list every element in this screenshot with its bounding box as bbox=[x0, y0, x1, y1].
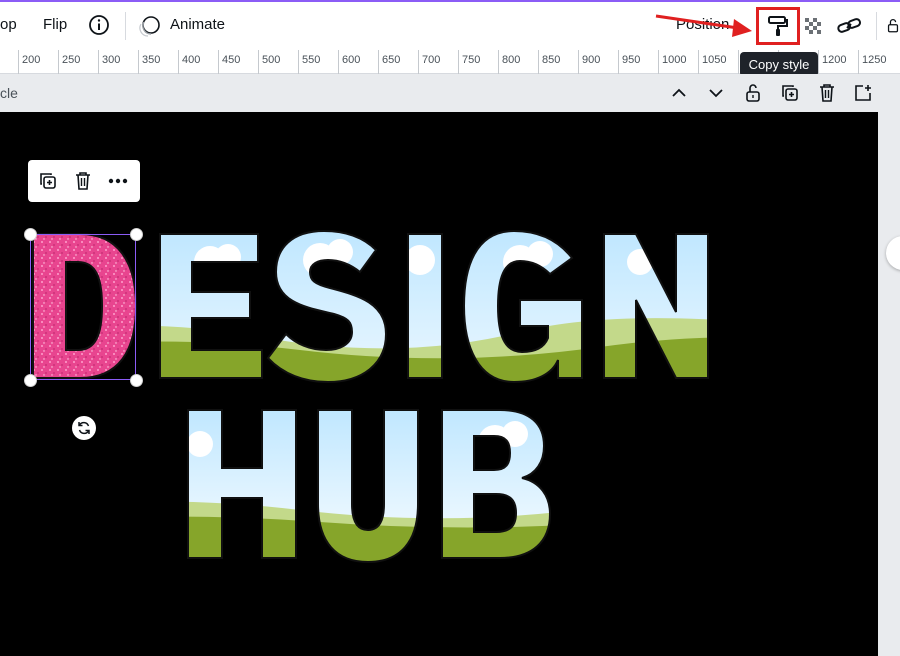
resize-handle-top-right[interactable] bbox=[130, 228, 143, 241]
element-context-menu bbox=[28, 160, 140, 202]
ruler-tick-line bbox=[138, 50, 139, 74]
page-subbar: cle bbox=[0, 74, 900, 112]
resize-handle-bottom-left[interactable] bbox=[24, 374, 37, 387]
resize-handle-bottom-right[interactable] bbox=[130, 374, 143, 387]
toolbar-divider bbox=[125, 12, 126, 40]
duplicate-page-icon[interactable] bbox=[779, 82, 801, 104]
delete-icon[interactable] bbox=[71, 170, 95, 192]
ruler-tick-label: 600 bbox=[342, 54, 361, 66]
ruler-tick-line bbox=[58, 50, 59, 74]
ruler-tick-line bbox=[258, 50, 259, 74]
ruler-tick-label: 750 bbox=[462, 54, 481, 66]
ruler-tick-line bbox=[578, 50, 579, 74]
ruler-tick-line bbox=[18, 50, 19, 74]
duplicate-icon[interactable] bbox=[36, 170, 60, 192]
info-icon[interactable] bbox=[88, 14, 110, 36]
flip-button[interactable]: Flip bbox=[43, 16, 67, 33]
resize-handle-top-left[interactable] bbox=[24, 228, 37, 241]
ruler-tick-label: 850 bbox=[542, 54, 561, 66]
ruler-tick-line bbox=[658, 50, 659, 74]
ruler-tick-label: 900 bbox=[582, 54, 601, 66]
unlock-icon[interactable] bbox=[742, 82, 764, 104]
ruler-tick-line bbox=[698, 50, 699, 74]
copy-style-button[interactable] bbox=[756, 7, 800, 45]
link-icon[interactable] bbox=[836, 14, 862, 38]
ruler-tick-line bbox=[98, 50, 99, 74]
ruler-tick-line bbox=[178, 50, 179, 74]
more-options-icon[interactable] bbox=[106, 170, 130, 192]
trash-icon[interactable] bbox=[816, 82, 838, 104]
chevron-down-icon[interactable] bbox=[705, 82, 727, 104]
ruler-tick-line bbox=[218, 50, 219, 74]
ruler-tick-label: 200 bbox=[22, 54, 41, 66]
ruler-tick-line bbox=[338, 50, 339, 74]
ruler-tick-label: 500 bbox=[262, 54, 281, 66]
ruler-tick-line bbox=[818, 50, 819, 74]
ruler-tick-line bbox=[738, 50, 739, 74]
right-gutter bbox=[878, 112, 900, 656]
ruler-tick-line bbox=[378, 50, 379, 74]
ruler-tick-label: 650 bbox=[382, 54, 401, 66]
selection-box bbox=[30, 234, 136, 380]
ruler-tick-label: 300 bbox=[102, 54, 121, 66]
ruler-tick-label: 550 bbox=[302, 54, 321, 66]
ruler-tick-label: 800 bbox=[502, 54, 521, 66]
ruler-tick-label: 400 bbox=[182, 54, 201, 66]
animate-button[interactable]: Animate bbox=[170, 16, 225, 33]
rotate-icon bbox=[78, 421, 90, 435]
chevron-up-icon[interactable] bbox=[668, 82, 690, 104]
ruler-tick-label: 950 bbox=[622, 54, 641, 66]
crop-button[interactable]: op bbox=[0, 16, 17, 33]
ruler-tick-line bbox=[418, 50, 419, 74]
red-arrow-annotation bbox=[655, 14, 752, 37]
ruler-tick-line bbox=[858, 50, 859, 74]
ruler-tick-label: 250 bbox=[62, 54, 81, 66]
ruler-tick-label: 1050 bbox=[702, 54, 727, 66]
ruler-tick-label: 700 bbox=[422, 54, 441, 66]
ruler-tick-label: 450 bbox=[222, 54, 241, 66]
page-title-label[interactable]: cle bbox=[0, 85, 18, 101]
sky-scene-text[interactable] bbox=[159, 229, 709, 564]
ruler-tick-line bbox=[618, 50, 619, 74]
lock-icon[interactable] bbox=[886, 14, 900, 38]
ruler-tick-line bbox=[538, 50, 539, 74]
animate-icon[interactable] bbox=[138, 14, 162, 38]
add-page-icon[interactable] bbox=[852, 82, 874, 104]
paint-roller-icon bbox=[768, 16, 788, 36]
ruler-tick-label: 1200 bbox=[822, 54, 847, 66]
ruler-tick-label: 350 bbox=[142, 54, 161, 66]
transparency-icon[interactable] bbox=[802, 15, 824, 37]
ruler-tick-line bbox=[298, 50, 299, 74]
top-toolbar: op Flip Animate Position bbox=[0, 0, 900, 50]
ruler-tick-line bbox=[498, 50, 499, 74]
toolbar-divider-2 bbox=[876, 12, 877, 40]
ruler-tick-label: 1000 bbox=[662, 54, 687, 66]
ruler-tick-label: 1250 bbox=[862, 54, 887, 66]
rotate-handle[interactable] bbox=[72, 416, 96, 440]
ruler-tick-line bbox=[458, 50, 459, 74]
